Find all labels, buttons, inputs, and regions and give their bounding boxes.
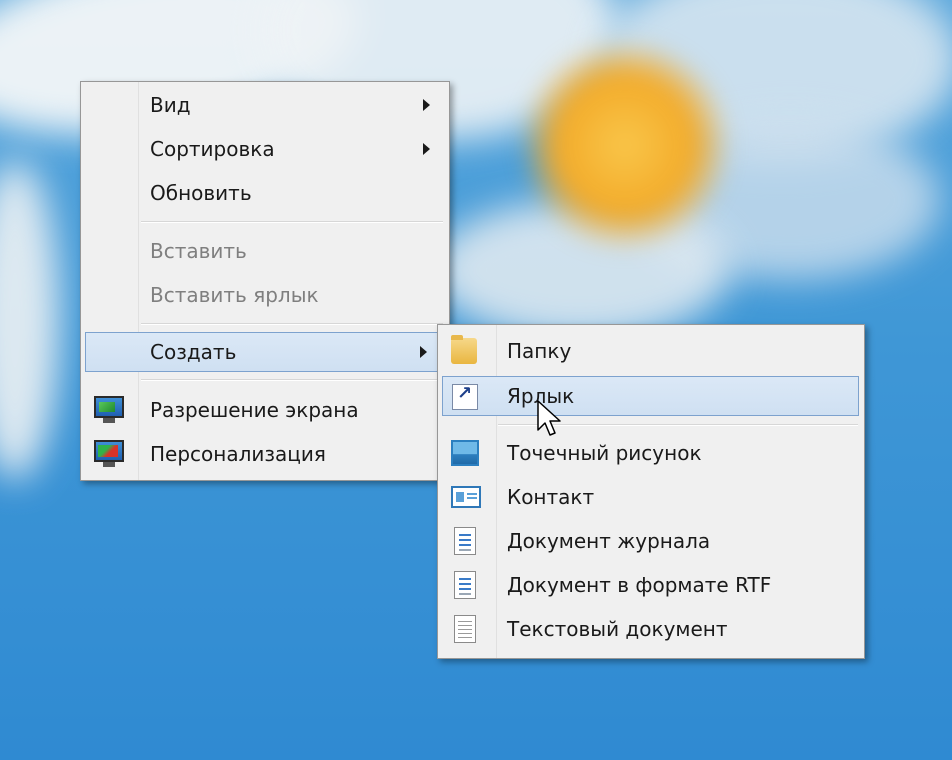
submenu-item-contact[interactable]: Контакт — [441, 477, 861, 517]
journal-document-icon — [454, 527, 476, 555]
personalize-icon — [94, 440, 124, 467]
menu-item-new[interactable]: Создать — [85, 332, 440, 372]
menu-item-sort[interactable]: Сортировка — [84, 129, 446, 169]
display-settings-icon — [94, 396, 124, 423]
submenu-item-bitmap[interactable]: Точечный рисунок — [441, 433, 861, 473]
submenu-item-folder[interactable]: Папку — [441, 331, 861, 371]
shortcut-icon — [452, 383, 478, 410]
desktop-context-menu: Вид Сортировка Обновить Вставить Вставит… — [80, 81, 450, 481]
menu-item-label: Документ журнала — [507, 529, 711, 553]
menu-separator — [141, 379, 443, 381]
menu-item-label: Разрешение экрана — [150, 398, 359, 422]
menu-item-label: Контакт — [507, 485, 595, 509]
contact-card-icon — [451, 486, 481, 508]
menu-item-label: Обновить — [150, 181, 252, 205]
menu-item-label: Вставить ярлык — [150, 283, 319, 307]
wallpaper-flower-center — [520, 40, 730, 250]
rtf-document-icon — [454, 571, 476, 599]
menu-separator — [141, 323, 443, 325]
menu-item-personalize[interactable]: Персонализация — [84, 434, 446, 474]
menu-item-paste-shortcut: Вставить ярлык — [84, 275, 446, 315]
menu-item-label: Сортировка — [150, 137, 275, 161]
new-submenu: Папку Ярлык Точечный рисунок Контакт Док… — [437, 324, 865, 659]
submenu-item-text-document[interactable]: Текстовый документ — [441, 609, 861, 649]
wallpaper-petal — [0, 160, 60, 480]
submenu-arrow-icon — [423, 99, 430, 111]
submenu-arrow-icon — [423, 143, 430, 155]
submenu-arrow-icon — [420, 346, 427, 358]
submenu-item-journal[interactable]: Документ журнала — [441, 521, 861, 561]
menu-item-label: Точечный рисунок — [507, 441, 702, 465]
bitmap-image-icon — [451, 440, 479, 466]
menu-separator — [141, 221, 443, 223]
menu-item-label: Создать — [150, 340, 237, 364]
menu-item-view[interactable]: Вид — [84, 85, 446, 125]
folder-icon — [451, 335, 477, 364]
submenu-item-shortcut[interactable]: Ярлык — [442, 376, 859, 416]
text-document-icon — [454, 615, 476, 643]
menu-item-screen-resolution[interactable]: Разрешение экрана — [84, 390, 446, 430]
menu-item-paste: Вставить — [84, 231, 446, 271]
submenu-item-rtf[interactable]: Документ в формате RTF — [441, 565, 861, 605]
menu-item-label: Текстовый документ — [507, 617, 728, 641]
menu-item-label: Папку — [507, 339, 572, 363]
menu-item-label: Документ в формате RTF — [507, 573, 772, 597]
menu-item-label: Персонализация — [150, 442, 326, 466]
menu-item-label: Вставить — [150, 239, 247, 263]
menu-item-label: Вид — [150, 93, 191, 117]
menu-item-refresh[interactable]: Обновить — [84, 173, 446, 213]
